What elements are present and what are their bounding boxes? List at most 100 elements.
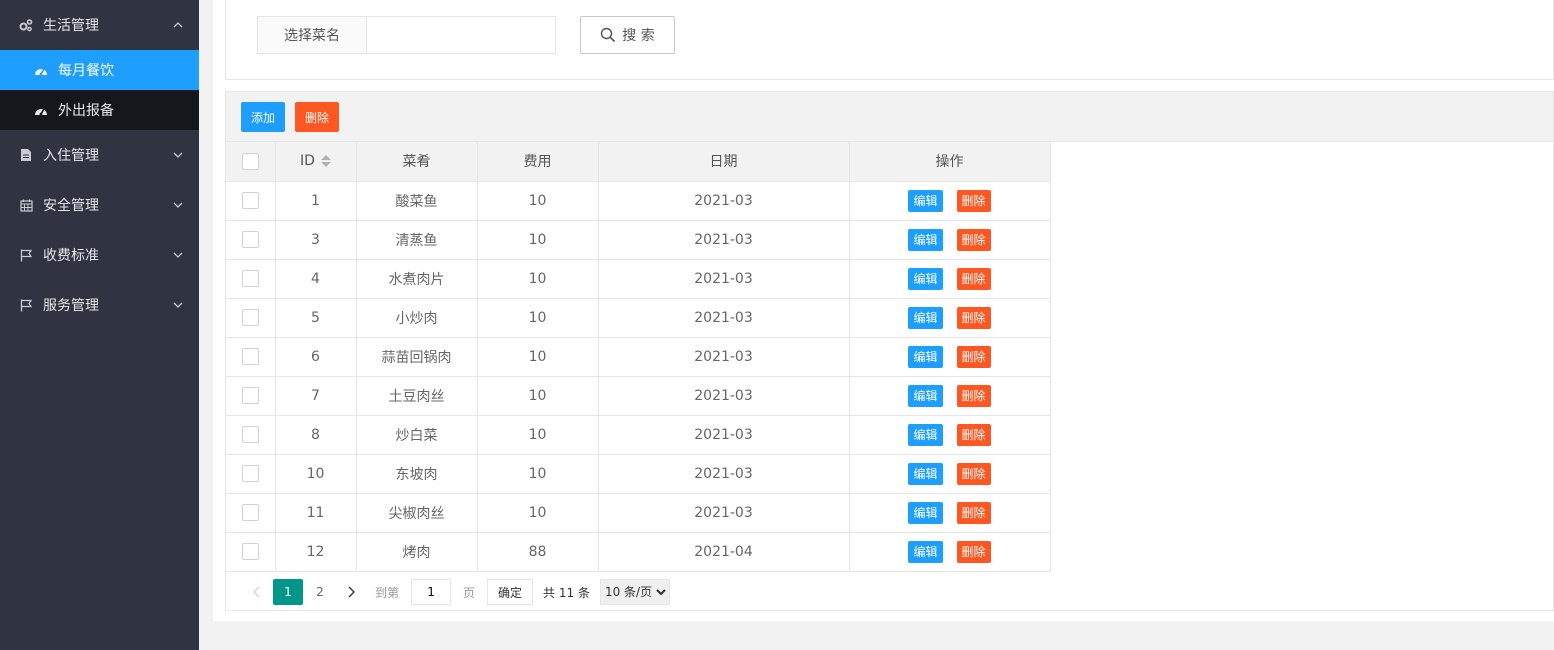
cell-date: 2021-03 [598, 298, 850, 338]
table-container: 添加 删除 ID 菜肴 费用 日期 操作 1 酸菜鱼 10 2021-03 编辑 删除 3 清… [225, 91, 1554, 611]
cell-id: 7 [275, 376, 357, 416]
sidebar-item-outing-report[interactable]: 外出报备 [0, 90, 199, 130]
row-select-cell[interactable] [226, 376, 276, 416]
chevron-down-icon [173, 300, 183, 310]
row-checkbox[interactable] [241, 504, 259, 521]
row-select-cell[interactable] [226, 298, 276, 338]
header-actions: 操作 [849, 142, 1051, 182]
sidebar-item-security-management[interactable]: 安全管理 [0, 180, 199, 230]
edit-button[interactable]: 编辑 [908, 540, 943, 563]
row-checkbox[interactable] [241, 543, 259, 560]
goto-confirm-button[interactable]: 确定 [487, 579, 534, 605]
select-all-checkbox[interactable] [241, 152, 259, 170]
delete-button[interactable]: 删除 [956, 384, 991, 407]
sort-icon[interactable] [320, 155, 331, 168]
row-checkbox[interactable] [241, 231, 259, 248]
row-checkbox[interactable] [241, 309, 259, 326]
delete-button[interactable]: 删除 [956, 345, 991, 368]
header-dish: 菜肴 [356, 142, 478, 182]
delete-button[interactable]: 删除 [956, 228, 991, 251]
table-row: 5 小炒肉 10 2021-03 编辑 删除 [226, 298, 1051, 338]
row-select-cell[interactable] [226, 532, 276, 572]
row-select-cell[interactable] [226, 454, 276, 494]
chevron-up-icon [173, 20, 183, 30]
flag-icon [19, 248, 33, 262]
table-row: 6 蒜苗回锅肉 10 2021-03 编辑 删除 [226, 337, 1051, 377]
prev-page-button[interactable] [241, 579, 271, 605]
delete-button[interactable]: 删除 [956, 540, 991, 563]
row-select-cell[interactable] [226, 181, 276, 221]
cell-dish: 小炒肉 [356, 298, 478, 338]
cell-dish: 酸菜鱼 [356, 181, 478, 221]
edit-button[interactable]: 编辑 [908, 228, 943, 251]
edit-button[interactable]: 编辑 [908, 267, 943, 290]
sidebar-item-fee-standards[interactable]: 收费标准 [0, 230, 199, 280]
edit-button[interactable]: 编辑 [908, 423, 943, 446]
sidebar-item-label: 入住管理 [43, 148, 99, 164]
cell-cost: 10 [477, 376, 599, 416]
table-row: 8 炒白菜 10 2021-03 编辑 删除 [226, 415, 1051, 455]
row-select-cell[interactable] [226, 259, 276, 299]
row-checkbox[interactable] [241, 192, 259, 209]
cell-cost: 10 [477, 493, 599, 533]
page-1[interactable]: 1 [273, 579, 303, 605]
delete-button[interactable]: 删除 [956, 306, 991, 329]
flag-icon [19, 298, 33, 312]
row-select-cell[interactable] [226, 415, 276, 455]
cell-dish: 水煮肉片 [356, 259, 478, 299]
cell-cost: 10 [477, 415, 599, 455]
delete-button[interactable]: 删除 [956, 423, 991, 446]
cell-id: 12 [275, 532, 357, 572]
total-count: 共 11 条 [543, 585, 590, 600]
cell-date: 2021-03 [598, 493, 850, 533]
row-checkbox[interactable] [241, 465, 259, 482]
pagination: 1 2 到第 页 确定 共 11 条 10 条/页 [226, 572, 670, 612]
row-select-cell[interactable] [226, 220, 276, 260]
cell-date: 2021-03 [598, 415, 850, 455]
search-icon [601, 27, 616, 43]
add-button[interactable]: 添加 [241, 102, 285, 132]
sidebar-item-label: 收费标准 [43, 248, 99, 264]
row-select-cell[interactable] [226, 493, 276, 533]
goto-page-input[interactable] [411, 579, 452, 605]
edit-button[interactable]: 编辑 [908, 462, 943, 485]
edit-button[interactable]: 编辑 [908, 384, 943, 407]
delete-button[interactable]: 删除 [956, 462, 991, 485]
search-label: 选择菜名 [257, 16, 367, 54]
cell-actions: 编辑 删除 [849, 259, 1051, 299]
header-select-all[interactable] [226, 142, 276, 182]
chevron-left-icon [253, 586, 260, 598]
delete-button[interactable]: 删除 [956, 267, 991, 290]
row-checkbox[interactable] [241, 426, 259, 443]
row-select-cell[interactable] [226, 337, 276, 377]
delete-button[interactable]: 删除 [956, 189, 991, 212]
edit-button[interactable]: 编辑 [908, 501, 943, 524]
cell-date: 2021-03 [598, 181, 850, 221]
cell-id: 4 [275, 259, 357, 299]
dish-name-input[interactable] [366, 16, 556, 54]
sidebar-item-life-management[interactable]: 生活管理 [0, 0, 199, 50]
page-2[interactable]: 2 [305, 579, 335, 605]
header-id[interactable]: ID [275, 142, 357, 182]
delete-button[interactable]: 删除 [956, 501, 991, 524]
edit-button[interactable]: 编辑 [908, 345, 943, 368]
page-size-select[interactable]: 10 条/页 [599, 579, 670, 605]
row-checkbox[interactable] [241, 270, 259, 287]
batch-delete-button[interactable]: 删除 [295, 102, 339, 132]
row-checkbox[interactable] [241, 348, 259, 365]
cell-date: 2021-03 [598, 337, 850, 377]
chevron-down-icon [173, 200, 183, 210]
cell-dish: 土豆肉丝 [356, 376, 478, 416]
cell-cost: 10 [477, 298, 599, 338]
search-button[interactable]: 搜 索 [580, 16, 675, 54]
cell-id: 5 [275, 298, 357, 338]
sidebar-item-monthly-meals[interactable]: 每月餐饮 [0, 50, 199, 90]
sidebar-item-checkin-management[interactable]: 入住管理 [0, 130, 199, 180]
sidebar-item-service-management[interactable]: 服务管理 [0, 280, 199, 330]
file-icon [19, 148, 33, 162]
cell-cost: 10 [477, 259, 599, 299]
next-page-button[interactable] [337, 579, 367, 605]
row-checkbox[interactable] [241, 387, 259, 404]
edit-button[interactable]: 编辑 [908, 306, 943, 329]
edit-button[interactable]: 编辑 [908, 189, 943, 212]
